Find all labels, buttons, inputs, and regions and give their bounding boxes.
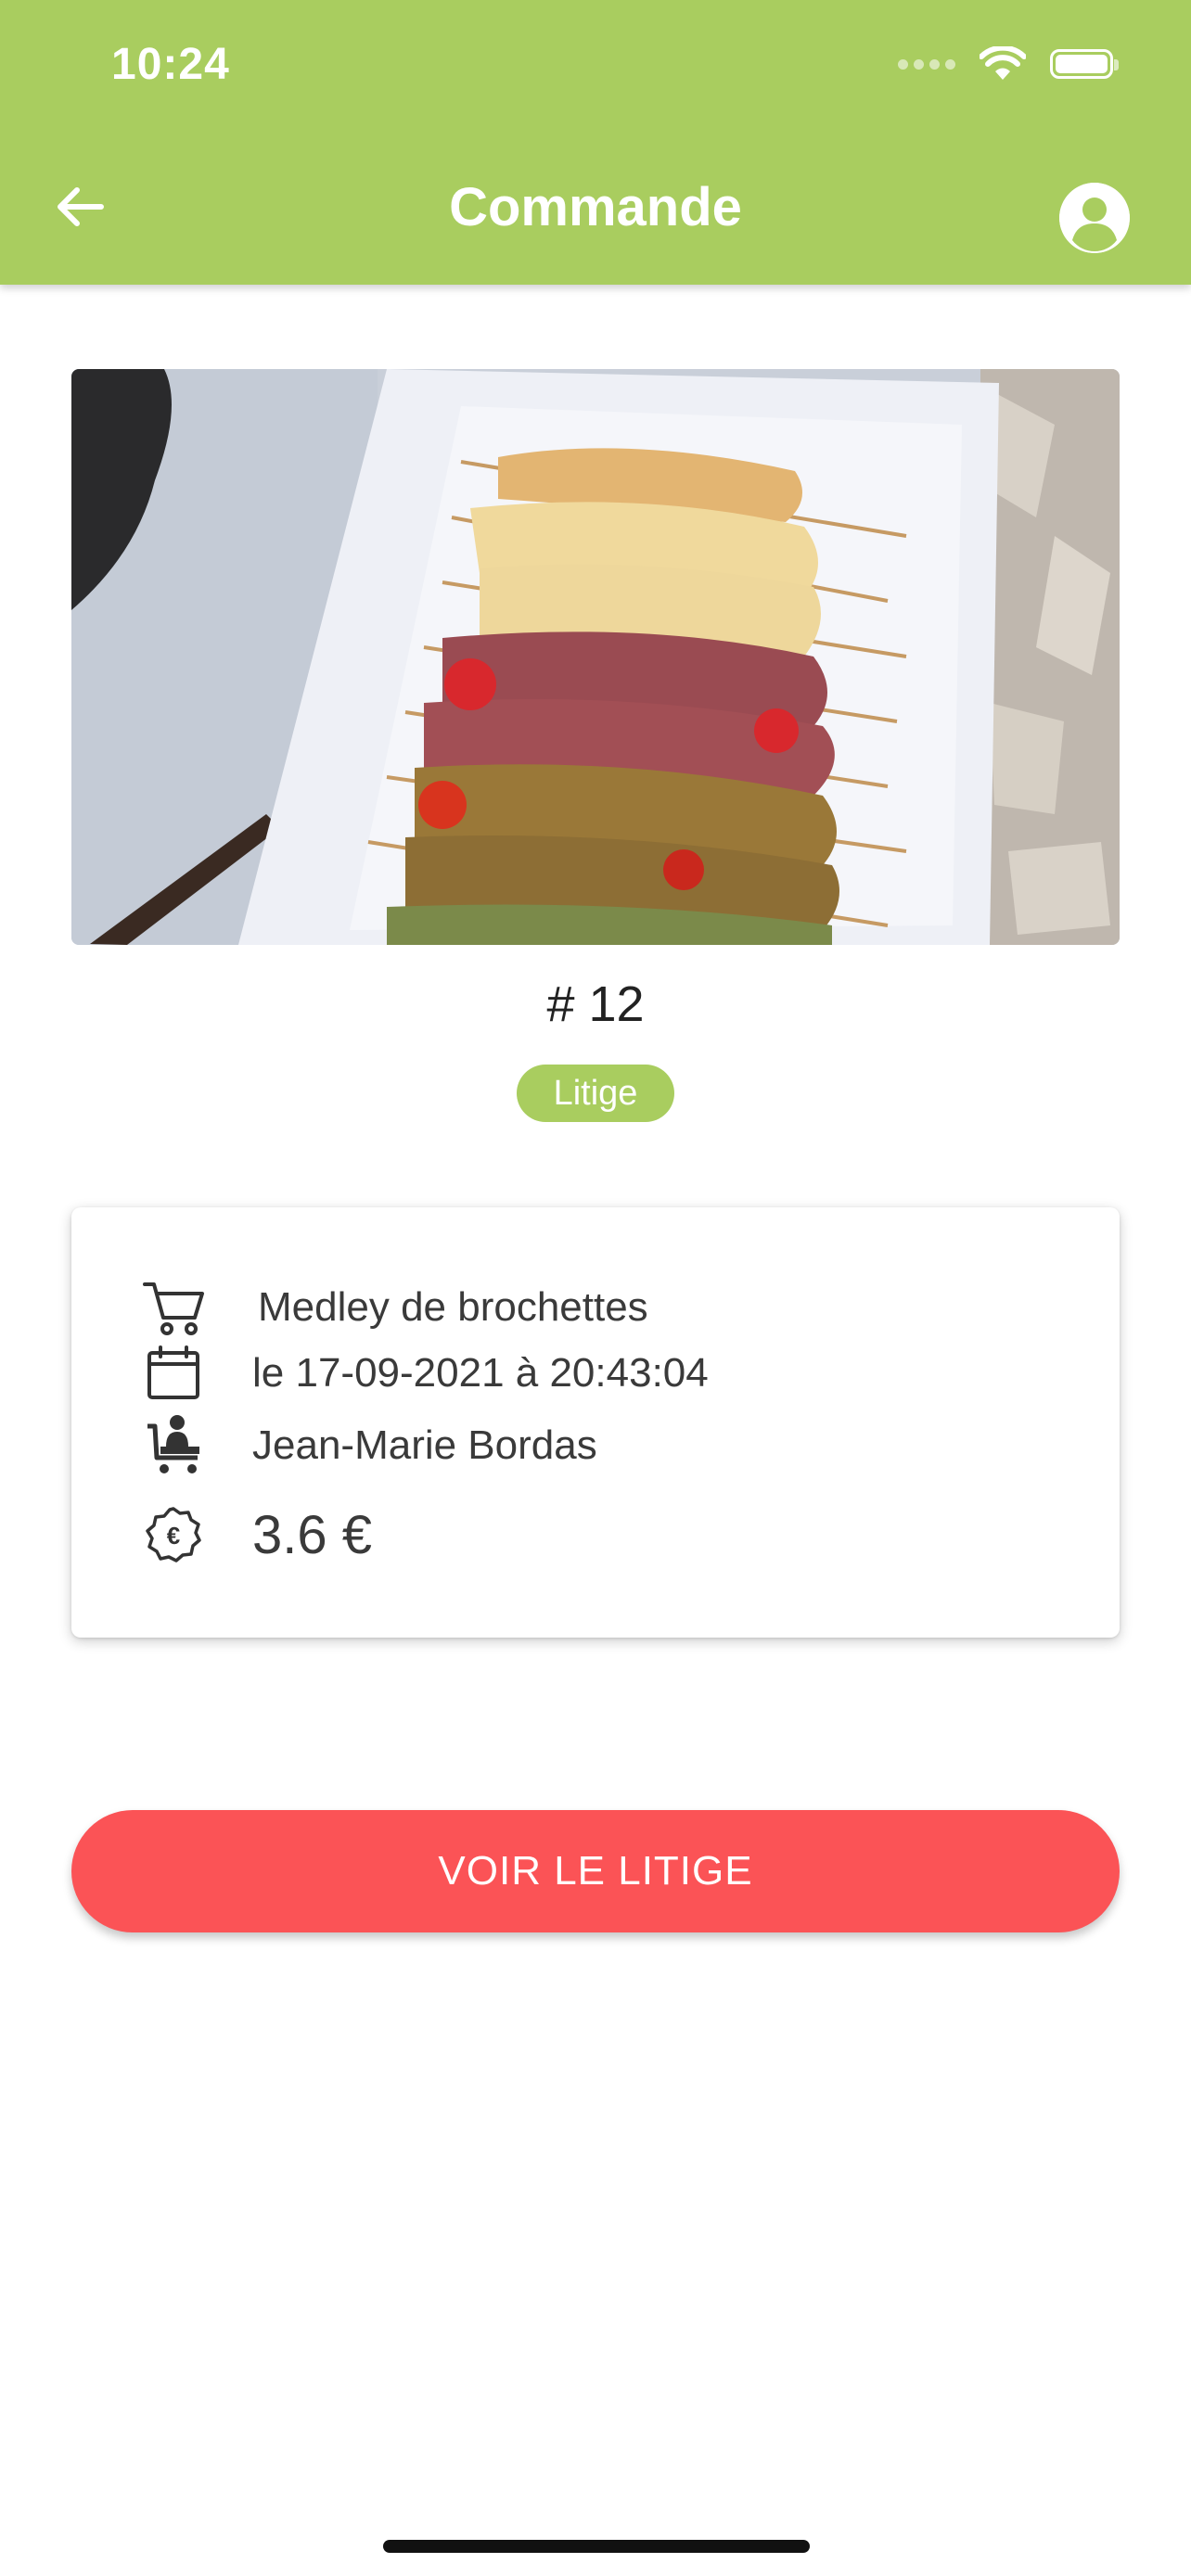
home-indicator[interactable]	[383, 2540, 810, 2553]
euro-badge-icon: €	[141, 1502, 206, 1567]
user-avatar-icon	[1059, 183, 1130, 253]
product-name: Medley de brochettes	[258, 1284, 648, 1330]
view-dispute-button[interactable]: VOIR LE LITIGE	[71, 1810, 1120, 1932]
customer-row: Jean-Marie Bordas	[71, 1413, 597, 1478]
order-details-card: Medley de brochettes le 17-09-2021 à 20:…	[71, 1207, 1120, 1638]
product-row: Medley de brochettes	[71, 1275, 648, 1340]
order-price: 3.6 €	[252, 1504, 372, 1565]
order-number: # 12	[546, 976, 645, 1032]
wifi-icon	[980, 46, 1026, 80]
order-date: le 17-09-2021 à 20:43:04	[252, 1350, 709, 1396]
svg-text:€: €	[167, 1522, 180, 1549]
status-badge: Litige	[517, 1065, 674, 1122]
status-icons	[898, 46, 1119, 82]
cart-icon	[141, 1275, 206, 1340]
customer-cart-icon	[141, 1413, 206, 1478]
signal-icon	[898, 58, 955, 70]
battery-icon	[1050, 49, 1119, 79]
status-time: 10:24	[111, 40, 230, 89]
calendar-icon	[141, 1341, 206, 1406]
customer-name: Jean-Marie Bordas	[252, 1422, 597, 1468]
price-row: € 3.6 €	[71, 1502, 372, 1567]
page-title: Commande	[449, 177, 742, 237]
app-header: 10:24 Commande	[0, 0, 1191, 285]
product-photo	[71, 369, 1120, 945]
profile-button[interactable]	[1059, 183, 1130, 253]
date-row: le 17-09-2021 à 20:43:04	[71, 1341, 709, 1406]
